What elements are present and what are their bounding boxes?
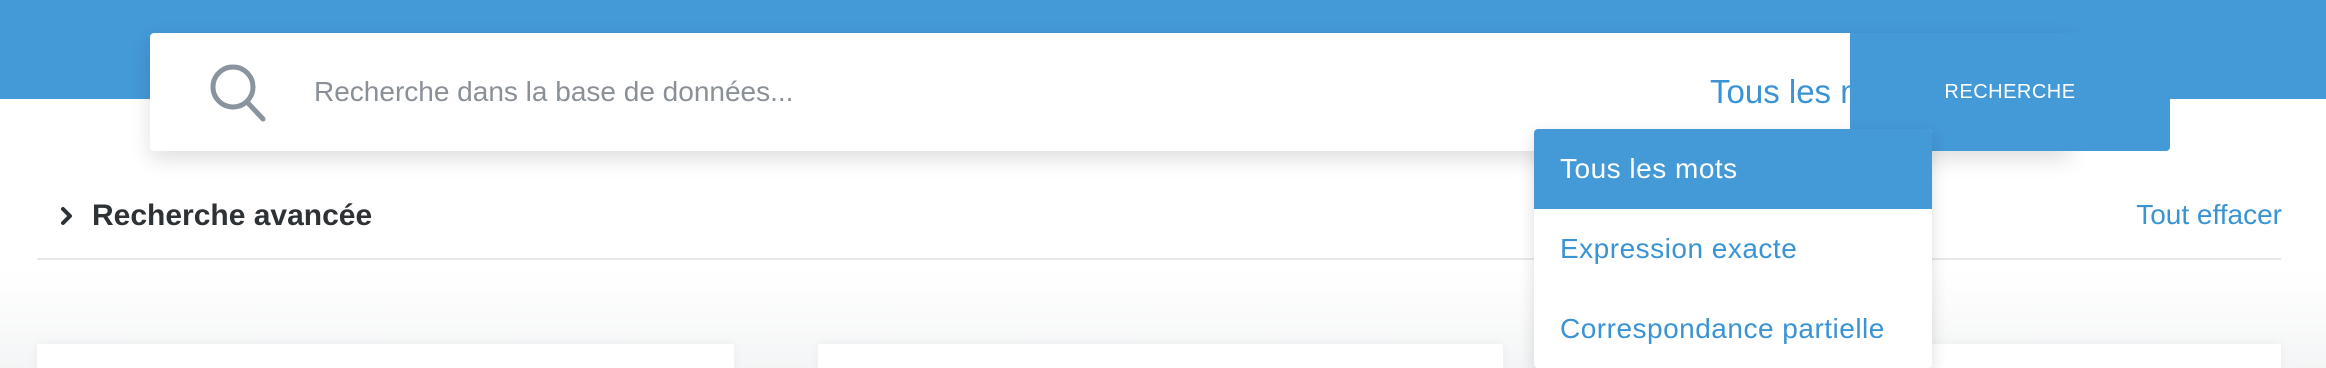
result-card <box>818 344 1503 368</box>
advanced-search-label: Recherche avancée <box>92 199 373 232</box>
chevron-right-icon <box>61 207 72 225</box>
result-card <box>1930 344 2281 368</box>
dropdown-option-all-words[interactable]: Tous les mots <box>1534 129 1932 209</box>
search-page: Tous les mots RECHERCHE Recherche avancé… <box>0 0 2326 368</box>
clear-all-link[interactable]: Tout effacer <box>2136 195 2282 235</box>
dropdown-option-partial-match[interactable]: Correspondance partielle <box>1534 289 1932 368</box>
result-card <box>37 344 734 368</box>
match-mode-dropdown: Tous les mots Expression exacte Correspo… <box>1534 129 1932 368</box>
advanced-search-toggle[interactable]: Recherche avancée <box>58 195 372 237</box>
search-input[interactable] <box>314 60 1614 124</box>
search-icon <box>210 64 266 122</box>
section-divider <box>37 258 2281 260</box>
dropdown-option-exact-phrase[interactable]: Expression exacte <box>1534 209 1932 289</box>
